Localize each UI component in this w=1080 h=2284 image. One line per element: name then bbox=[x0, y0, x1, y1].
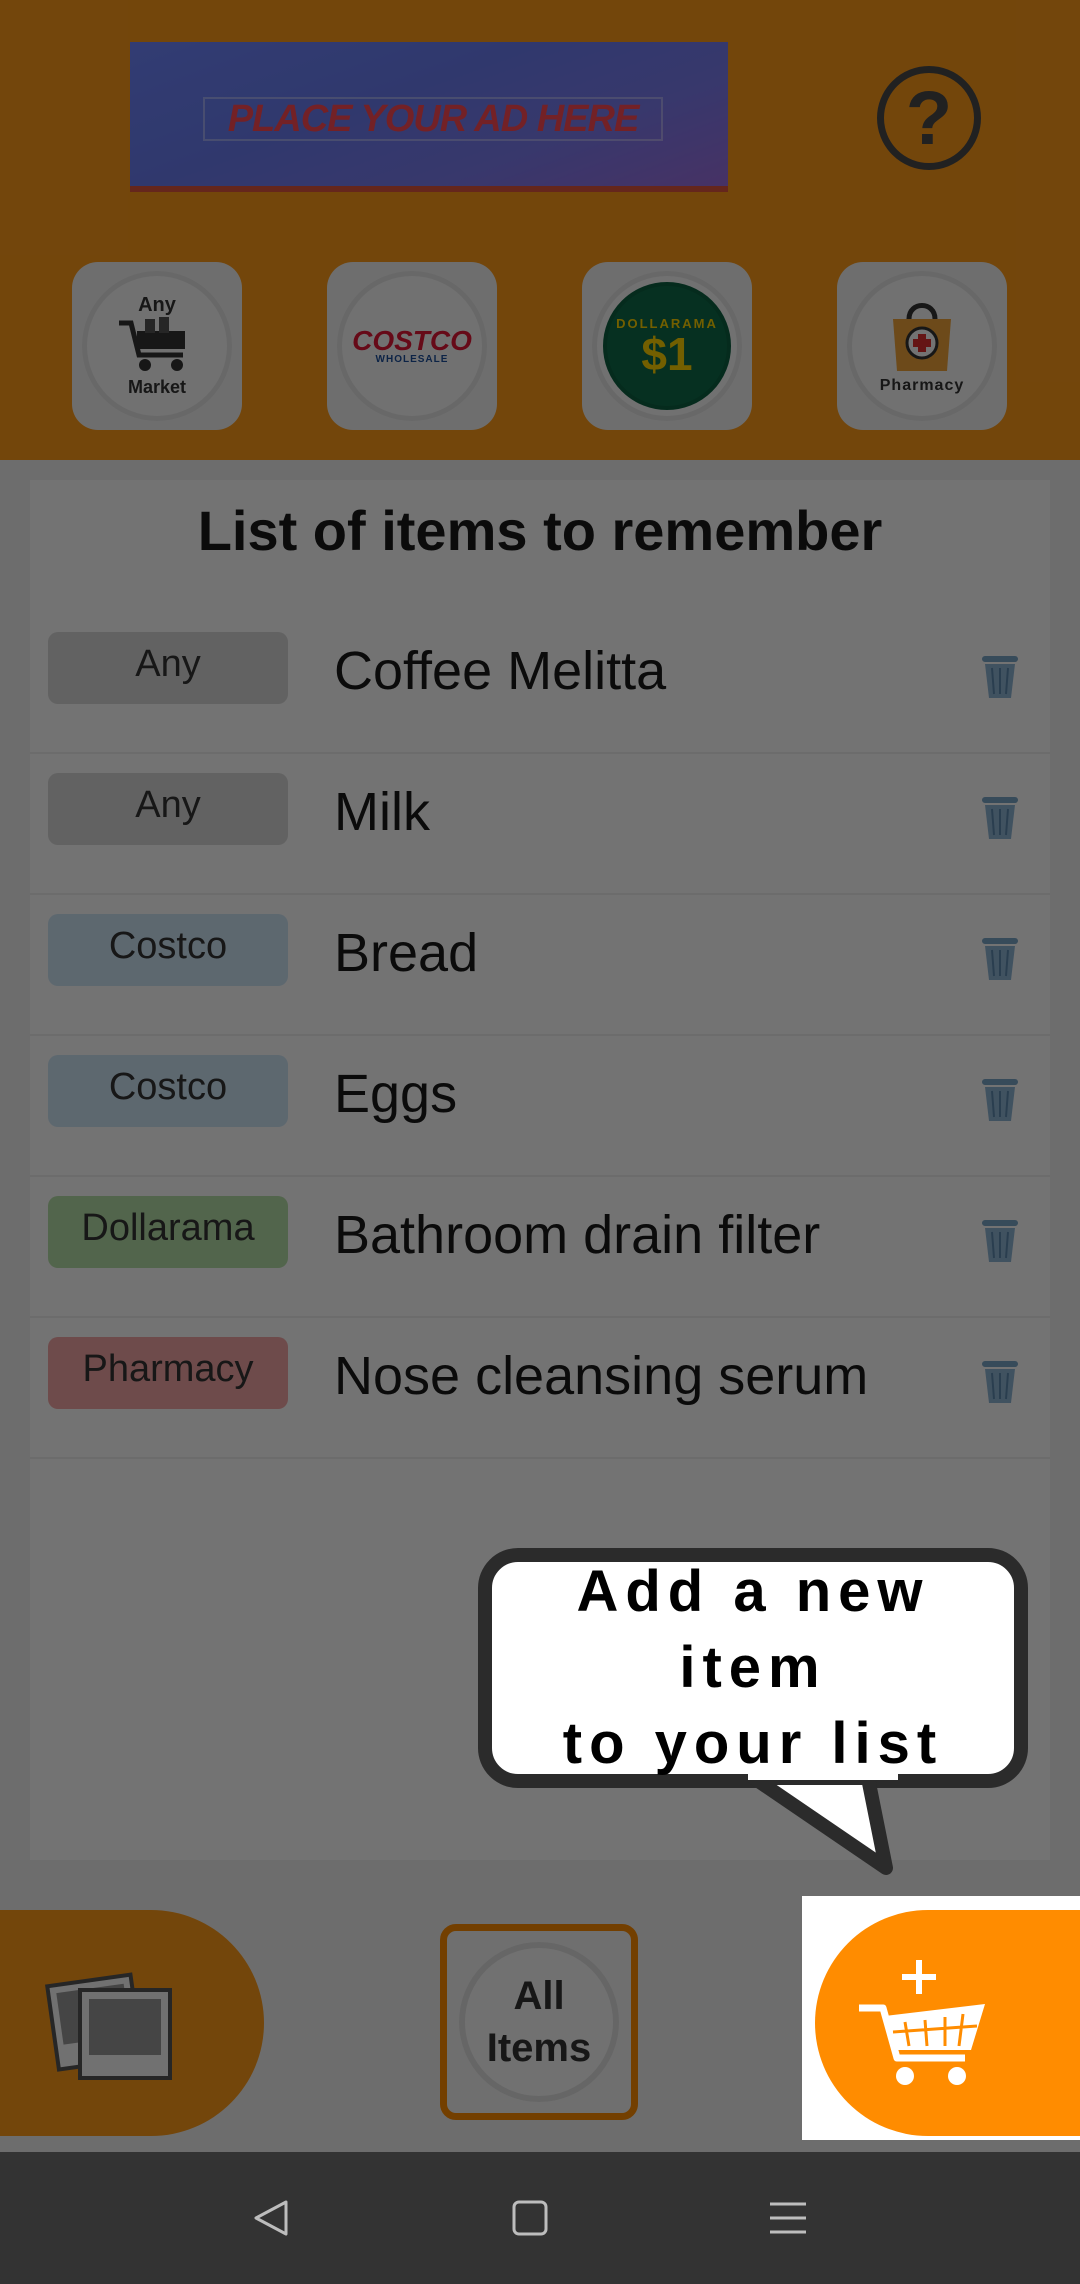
store-tag-dollarama: Dollarama bbox=[48, 1196, 288, 1268]
tooltip-line2: to your list bbox=[562, 1711, 944, 1776]
any-market-logo: Any Market bbox=[82, 271, 232, 421]
item-name: Bread bbox=[334, 923, 479, 983]
any-market-line1: Any bbox=[138, 294, 176, 316]
ad-text: PLACE YOUR AD HERE bbox=[203, 97, 663, 141]
list-title: List of items to remember bbox=[197, 499, 883, 562]
costco-logo-sub: WHOLESALE bbox=[375, 353, 449, 365]
photos-icon bbox=[45, 1972, 172, 2080]
list-item[interactable]: Costco Eggs bbox=[30, 1045, 1050, 1177]
tooltip-tail bbox=[748, 1772, 898, 1875]
trash-icon[interactable] bbox=[980, 1357, 1020, 1405]
dollarama-logo: DOLLARAMA $1 bbox=[603, 282, 731, 410]
store-dollarama-button[interactable]: DOLLARAMA $1 bbox=[582, 262, 752, 430]
any-market-line2: Market bbox=[127, 377, 187, 397]
store-tag-costco: Costco bbox=[48, 1055, 288, 1127]
trash-icon[interactable] bbox=[980, 1075, 1020, 1123]
item-name: Milk bbox=[334, 782, 430, 842]
pharmacy-logo: Pharmacy bbox=[847, 271, 997, 421]
app-screen: PLACE YOUR AD HERE ? Any Market COSTCO W… bbox=[0, 0, 1080, 2284]
pharmacy-bag-icon bbox=[893, 303, 951, 371]
ad-banner[interactable]: PLACE YOUR AD HERE bbox=[130, 42, 728, 192]
cart-icon bbox=[119, 317, 185, 371]
home-icon[interactable] bbox=[500, 2188, 560, 2248]
item-name: Coffee Melitta bbox=[334, 641, 667, 701]
question-icon: ? bbox=[905, 75, 953, 161]
system-nav-bar bbox=[0, 2152, 1080, 2284]
trash-icon[interactable] bbox=[980, 652, 1020, 700]
help-button[interactable]: ? bbox=[877, 66, 981, 170]
back-icon[interactable] bbox=[242, 2188, 302, 2248]
costco-logo: COSTCO WHOLESALE bbox=[337, 271, 487, 421]
store-any-market-button[interactable]: Any Market bbox=[72, 262, 242, 430]
store-costco-button[interactable]: COSTCO WHOLESALE bbox=[327, 262, 497, 430]
item-name: Bathroom drain filter bbox=[334, 1205, 821, 1265]
trash-icon[interactable] bbox=[980, 1216, 1020, 1264]
store-tag-any: Any bbox=[48, 773, 288, 845]
add-item-button[interactable] bbox=[815, 1910, 1080, 2136]
store-tag-any: Any bbox=[48, 632, 288, 704]
header: PLACE YOUR AD HERE ? Any Market COSTCO W… bbox=[0, 0, 1080, 460]
dollarama-ring: DOLLARAMA $1 bbox=[592, 271, 742, 421]
add-cart-icon bbox=[859, 1960, 985, 2085]
store-tag-pharmacy: Pharmacy bbox=[48, 1337, 288, 1409]
list-item[interactable]: Any Milk bbox=[30, 763, 1050, 895]
tooltip-line1: Add a new item bbox=[576, 1559, 930, 1700]
trash-icon[interactable] bbox=[980, 793, 1020, 841]
store-tag-costco: Costco bbox=[48, 914, 288, 986]
list-item[interactable]: Dollarama Bathroom drain filter bbox=[30, 1186, 1050, 1318]
all-items-label: All Items bbox=[459, 1942, 619, 2102]
all-items-line1: All bbox=[513, 1974, 565, 2018]
tooltip-bubble: Add a new item to your list bbox=[478, 1548, 1028, 1788]
all-items-line2: Items bbox=[486, 2026, 592, 2070]
item-name: Eggs bbox=[334, 1064, 458, 1124]
costco-logo-text: COSTCO bbox=[352, 324, 472, 356]
list-item[interactable]: Any Coffee Melitta bbox=[30, 622, 1050, 754]
pharmacy-logo-text: Pharmacy bbox=[879, 377, 965, 394]
all-items-button[interactable]: All Items bbox=[440, 1924, 638, 2120]
menu-icon[interactable] bbox=[758, 2188, 818, 2248]
photos-button[interactable] bbox=[0, 1910, 264, 2136]
trash-icon[interactable] bbox=[980, 934, 1020, 982]
list-item[interactable]: Costco Bread bbox=[30, 904, 1050, 1036]
item-name: Nose cleansing serum bbox=[334, 1346, 869, 1406]
dollarama-logo-value: $1 bbox=[641, 327, 693, 380]
list-item[interactable]: Pharmacy Nose cleansing serum bbox=[30, 1327, 1050, 1459]
store-pharmacy-button[interactable]: Pharmacy bbox=[837, 262, 1007, 430]
